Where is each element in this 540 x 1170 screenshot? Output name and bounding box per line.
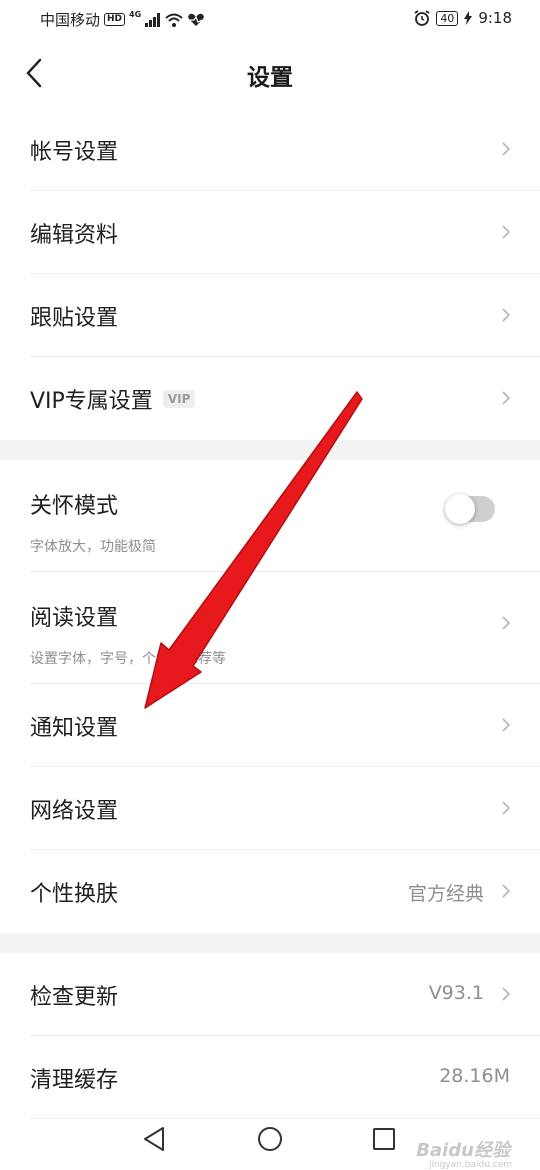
settings-item-label: 网络设置: [30, 799, 119, 824]
chevron-right-icon: [502, 391, 511, 405]
settings-item-label: 跟贴设置: [30, 306, 119, 331]
status-left: 中国移动 HD 4G: [40, 9, 205, 30]
battery-icon: 40: [436, 10, 459, 26]
settings-item-label: 帐号设置: [30, 140, 119, 165]
hd-icon: HD: [104, 13, 126, 26]
nav-home-icon[interactable]: [253, 1122, 287, 1156]
alarm-icon: [414, 10, 430, 26]
settings-item-label: 个性换肤: [30, 882, 119, 907]
settings-item-care-mode[interactable]: 关怀模式 字体放大，功能极简: [0, 460, 540, 572]
settings-item-label: 阅读设置: [30, 606, 119, 631]
settings-list: 帐号设置 编辑资料 跟贴设置 VIP专属设置 VIP 关怀模式 字体放大，功能极…: [0, 108, 540, 1119]
section-gap: [0, 933, 540, 953]
status-right: 40 9:18: [414, 9, 512, 27]
settings-item-vip[interactable]: VIP专属设置 VIP: [0, 357, 540, 440]
charging-icon: [464, 11, 473, 25]
toggle-knob: [445, 494, 475, 524]
chevron-right-icon: [502, 142, 511, 156]
system-nav-bar: Baidu经验 jingyan.baidu.com: [0, 1108, 540, 1170]
section-gap: [0, 440, 540, 460]
chevron-right-icon: [502, 801, 511, 815]
chevron-right-icon: [502, 308, 511, 322]
chevron-right-icon: [502, 225, 511, 239]
carrier-name: 中国移动: [40, 11, 101, 29]
settings-item-label: 通知设置: [30, 716, 119, 741]
settings-item-reading[interactable]: 阅读设置 设置字体，字号，个性化推荐等: [0, 572, 540, 684]
settings-item-subtitle: 字体放大，功能极简: [30, 539, 156, 555]
chevron-right-icon: [502, 987, 511, 1001]
settings-item-label: 清理缓存: [30, 1068, 119, 1093]
settings-item-clear-cache[interactable]: 清理缓存 28.16M: [0, 1036, 540, 1119]
vip-badge: VIP: [162, 390, 196, 408]
settings-item-value: V93.1: [428, 982, 484, 1004]
settings-item-label: 编辑资料: [30, 223, 119, 248]
status-bar: 中国移动 HD 4G 40 9:18: [0, 0, 540, 36]
watermark-url: jingyan.baidu.com: [428, 1160, 512, 1170]
nav-back-icon[interactable]: [137, 1122, 171, 1156]
heart-rate-icon: [188, 13, 204, 26]
page-title: 设置: [247, 65, 293, 91]
settings-item-label: 检查更新: [30, 985, 119, 1010]
settings-item-label: 关怀模式: [30, 494, 119, 519]
care-mode-toggle[interactable]: [445, 494, 495, 524]
settings-item-comment[interactable]: 跟贴设置: [0, 274, 540, 357]
settings-item-text: VIP专属设置: [30, 389, 153, 414]
settings-item-label: VIP专属设置 VIP: [30, 383, 196, 415]
settings-item-check-update[interactable]: 检查更新 V93.1: [0, 953, 540, 1036]
chevron-right-icon: [502, 884, 511, 898]
watermark-logo: Baidu经验: [416, 1140, 510, 1161]
settings-item-account[interactable]: 帐号设置: [0, 108, 540, 191]
chevron-right-icon: [502, 616, 511, 630]
settings-item-edit-profile[interactable]: 编辑资料: [0, 191, 540, 274]
settings-item-skin[interactable]: 个性换肤 官方经典: [0, 850, 540, 933]
chevron-right-icon: [502, 718, 511, 732]
settings-item-value: 官方经典: [407, 883, 484, 905]
wifi-icon: [165, 13, 183, 27]
signal-icon: [145, 12, 161, 27]
settings-item-subtitle: 设置字体，字号，个性化推荐等: [30, 651, 226, 667]
settings-item-value: 28.16M: [439, 1065, 510, 1087]
settings-item-notification[interactable]: 通知设置: [0, 684, 540, 767]
network-type: 4G: [129, 10, 142, 19]
clock: 9:18: [478, 9, 512, 27]
settings-item-network[interactable]: 网络设置: [0, 767, 540, 850]
title-bar: 设置: [0, 36, 540, 112]
nav-recents-icon[interactable]: [367, 1122, 401, 1156]
